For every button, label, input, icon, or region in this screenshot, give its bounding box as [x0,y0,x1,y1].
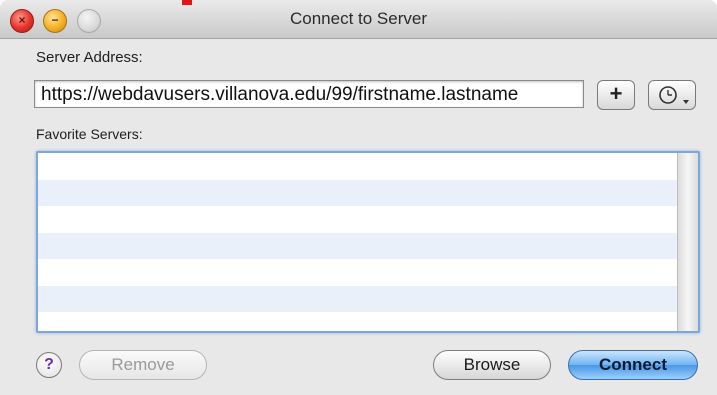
browse-button[interactable]: Browse [433,350,551,380]
connect-to-server-window: × − Connect to Server Server Address: ht… [0,0,717,395]
list-row[interactable] [38,232,698,259]
clock-icon [659,86,689,104]
server-address-label: Server Address: [36,49,143,66]
add-to-favorites-button[interactable]: + [597,80,635,110]
list-row[interactable] [38,179,698,206]
favorite-servers-list[interactable] [36,151,700,333]
favorite-servers-label: Favorite Servers: [36,126,143,142]
list-row[interactable] [38,206,698,233]
question-icon: ? [44,356,54,373]
annotation-mark [182,0,192,5]
list-row[interactable] [38,259,698,286]
server-address-input[interactable]: https://webdavusers.villanova.edu/99/fir… [34,80,584,108]
list-row[interactable] [38,312,698,331]
remove-button[interactable]: Remove [79,350,207,380]
window-title: Connect to Server [289,9,427,28]
connect-button[interactable]: Connect [568,350,698,380]
list-row[interactable] [38,153,698,180]
help-button[interactable]: ? [36,352,62,378]
list-scrollbar[interactable] [677,153,698,331]
title-bar[interactable]: × − Connect to Server [0,0,717,39]
recent-servers-button[interactable] [648,80,696,110]
list-row[interactable] [38,285,698,312]
plus-icon: + [609,81,623,106]
